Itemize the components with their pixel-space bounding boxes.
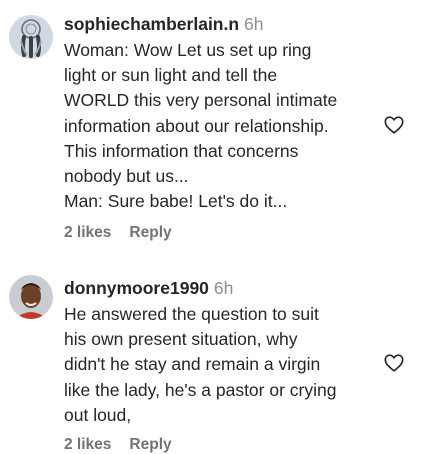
comment-item: sophiechamberlain.n 6h Woman: Wow Let us … — [0, 0, 427, 260]
username[interactable]: sophiechamberlain.n — [64, 14, 239, 34]
feather-dreamcatcher-avatar-icon — [9, 15, 53, 59]
comment-actions: 2 likes Reply — [64, 224, 190, 242]
username[interactable]: donnymoore1990 — [64, 278, 209, 298]
comment-body: sophiechamberlain.n 6h Woman: Wow Let us … — [64, 12, 375, 214]
man-portrait-avatar-icon — [9, 275, 53, 319]
comment-body: donnymoore1990 6h He answered the questio… — [64, 276, 375, 428]
comment-actions: 2 likes Reply — [64, 436, 190, 454]
avatar[interactable] — [9, 15, 53, 59]
comment-text: He answered the question to suit his own… — [64, 304, 337, 425]
reply-button[interactable]: Reply — [129, 224, 171, 241]
likes-count[interactable]: 2 likes — [64, 224, 111, 241]
likes-count[interactable]: 2 likes — [64, 436, 111, 453]
timestamp: 6h — [244, 14, 264, 34]
reply-button[interactable]: Reply — [129, 436, 171, 453]
comment-text: Woman: Wow Let us set up ring light or s… — [64, 40, 338, 212]
comment-item: donnymoore1990 6h He answered the questio… — [0, 262, 427, 453]
avatar[interactable] — [9, 275, 53, 319]
like-heart-icon[interactable] — [383, 352, 405, 374]
like-heart-icon[interactable] — [383, 114, 405, 136]
timestamp: 6h — [213, 278, 234, 298]
